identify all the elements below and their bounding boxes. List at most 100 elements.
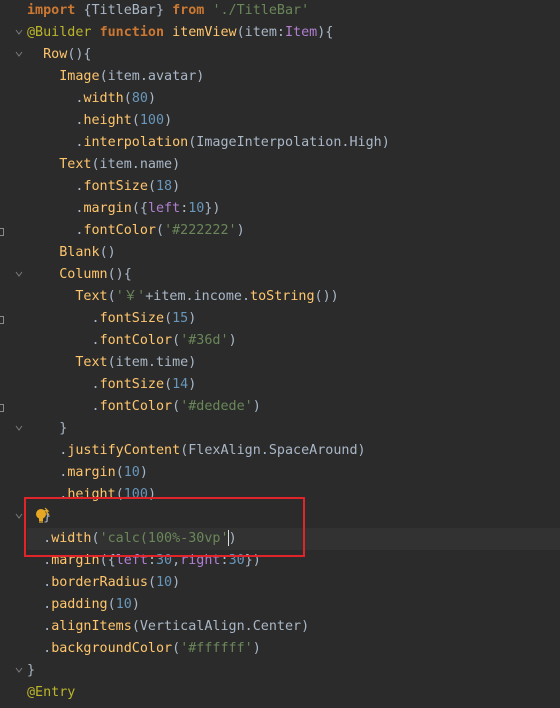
code-line[interactable]: .fontSize(15) bbox=[27, 308, 560, 330]
code-line[interactable]: @Builder function itemView(item:Item){ bbox=[27, 22, 560, 44]
code-token: ( bbox=[147, 575, 156, 590]
code-token: fontColor bbox=[83, 223, 156, 238]
code-line[interactable]: Text('￥'+item.income.toString()) bbox=[27, 286, 560, 308]
code-token: ( bbox=[164, 377, 173, 392]
code-token: } bbox=[27, 421, 68, 436]
fold-marker-icon[interactable] bbox=[15, 425, 23, 433]
code-token: borderRadius bbox=[51, 575, 148, 590]
code-token: . bbox=[27, 333, 100, 348]
code-token: (){ bbox=[67, 47, 92, 62]
code-token: padding bbox=[51, 597, 108, 612]
code-line[interactable]: .padding(10) bbox=[27, 594, 560, 616]
code-token: './TitleBar' bbox=[212, 3, 310, 18]
fold-marker-icon[interactable] bbox=[15, 667, 23, 675]
highlight-annotation-box bbox=[24, 497, 305, 557]
code-line[interactable]: .margin({left:10}) bbox=[27, 198, 560, 220]
code-token: '#dedede' bbox=[180, 399, 253, 414]
code-token: Image bbox=[27, 69, 100, 84]
code-token: ) bbox=[164, 113, 173, 128]
code-token: 10 bbox=[156, 575, 173, 590]
code-token: Blank bbox=[27, 245, 100, 260]
code-token: . bbox=[27, 179, 84, 194]
fold-marker-icon[interactable] bbox=[15, 29, 23, 37]
code-line[interactable]: .interpolation(ImageInterpolation.High) bbox=[27, 132, 560, 154]
editor-gutter[interactable] bbox=[0, 0, 26, 708]
code-editor[interactable]: import {TitleBar} from './TitleBar' @Buil… bbox=[0, 0, 560, 708]
code-token: Item bbox=[285, 25, 318, 40]
text-caret bbox=[228, 530, 229, 546]
code-token: margin bbox=[83, 201, 132, 216]
code-token: ) bbox=[147, 91, 156, 106]
code-line[interactable]: import {TitleBar} from './TitleBar' bbox=[27, 0, 560, 22]
code-token: Row bbox=[27, 47, 68, 62]
code-token: ){ bbox=[317, 25, 334, 40]
code-token: ) bbox=[139, 465, 148, 480]
code-token: ) bbox=[236, 223, 245, 238]
code-token: . bbox=[27, 91, 84, 106]
code-line[interactable]: .fontSize(14) bbox=[27, 374, 560, 396]
code-line[interactable]: .borderRadius(10) bbox=[27, 572, 560, 594]
gutter-mark-icon bbox=[0, 228, 4, 236]
code-line[interactable]: @Entry bbox=[27, 682, 560, 704]
code-token: 18 bbox=[156, 179, 173, 194]
gutter-mark-icon bbox=[0, 404, 4, 412]
code-token: ) bbox=[228, 333, 237, 348]
intention-bulb-icon[interactable] bbox=[34, 507, 50, 525]
code-token: (item: bbox=[236, 25, 285, 40]
code-token: interpolation bbox=[83, 135, 189, 150]
code-token: function bbox=[99, 25, 173, 40]
code-token: . bbox=[27, 575, 52, 590]
code-line[interactable]: Row(){ bbox=[27, 44, 560, 66]
fold-marker-icon[interactable] bbox=[15, 51, 23, 59]
code-line[interactable]: .fontColor('#36d') bbox=[27, 330, 560, 352]
code-token: ( bbox=[107, 289, 116, 304]
code-token: toString bbox=[250, 289, 315, 304]
code-token: . bbox=[27, 135, 84, 150]
code-token: ) bbox=[172, 179, 181, 194]
code-token: Text bbox=[27, 355, 108, 370]
code-token: margin bbox=[67, 465, 116, 480]
code-line[interactable]: .justifyContent(FlexAlign.SpaceAround) bbox=[27, 440, 560, 462]
code-line[interactable]: .fontColor('#dedede') bbox=[27, 396, 560, 418]
code-token: (){ bbox=[107, 267, 132, 282]
code-token: (item.name) bbox=[91, 157, 181, 172]
code-line[interactable]: .width(80) bbox=[27, 88, 560, 110]
code-token: . bbox=[27, 311, 100, 326]
code-token: ( bbox=[107, 597, 116, 612]
code-token: . bbox=[27, 223, 84, 238]
code-token: width bbox=[83, 91, 124, 106]
code-line[interactable]: } bbox=[27, 660, 560, 682]
code-token: ({ bbox=[131, 201, 148, 216]
code-token: +item.income. bbox=[145, 289, 251, 304]
code-token: '#36d' bbox=[180, 333, 229, 348]
code-token: ) bbox=[188, 377, 197, 392]
code-line[interactable]: } bbox=[27, 418, 560, 440]
code-token: . bbox=[27, 619, 52, 634]
code-line[interactable]: Text(item.time) bbox=[27, 352, 560, 374]
code-line[interactable]: .margin(10) bbox=[27, 462, 560, 484]
code-token: . bbox=[27, 597, 52, 612]
code-line[interactable]: Image(item.avatar) bbox=[27, 66, 560, 88]
code-line[interactable]: Text(item.name) bbox=[27, 154, 560, 176]
code-line[interactable]: .backgroundColor('#ffffff') bbox=[27, 638, 560, 660]
code-token: 100 bbox=[139, 113, 165, 128]
code-line[interactable]: .height(100) bbox=[27, 110, 560, 132]
code-token: (ImageInterpolation.High) bbox=[188, 135, 390, 150]
code-line[interactable]: .fontColor('#222222') bbox=[27, 220, 560, 242]
code-line[interactable]: Blank() bbox=[27, 242, 560, 264]
fold-marker-icon[interactable] bbox=[15, 513, 23, 521]
code-line[interactable]: Column(){ bbox=[27, 264, 560, 286]
code-line[interactable]: .alignItems(VerticalAlign.Center) bbox=[27, 616, 560, 638]
code-token: fontSize bbox=[83, 179, 148, 194]
code-token: '#ffffff' bbox=[180, 641, 253, 656]
code-token: justifyContent bbox=[67, 443, 181, 458]
code-token: . bbox=[27, 465, 68, 480]
code-token: from bbox=[172, 3, 213, 18]
code-token: . bbox=[27, 201, 84, 216]
gutter-mark-icon bbox=[0, 316, 4, 324]
fold-marker-icon[interactable] bbox=[15, 271, 23, 279]
code-line[interactable]: .fontSize(18) bbox=[27, 176, 560, 198]
code-token: backgroundColor bbox=[51, 641, 173, 656]
code-token: ()) bbox=[314, 289, 339, 304]
code-token: {TitleBar} bbox=[83, 3, 173, 18]
